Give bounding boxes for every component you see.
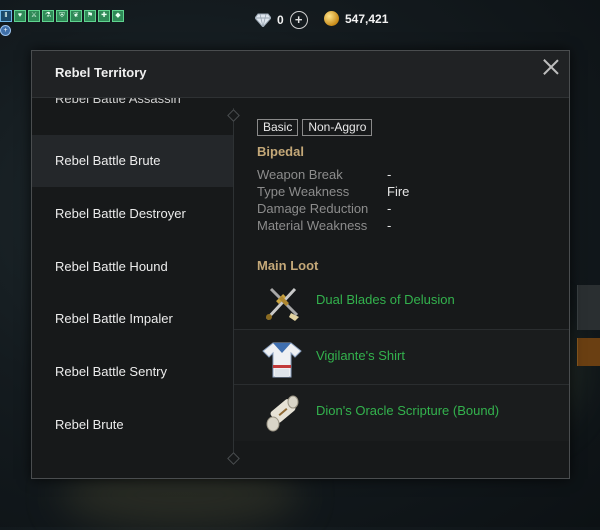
monster-list-item[interactable]: Rebel Battle Destroyer xyxy=(32,188,233,240)
monster-list[interactable]: Rebel Battle Assassin Rebel Battle Brute… xyxy=(32,98,233,478)
gem-count: 0 xyxy=(277,13,284,27)
gold-count: 547,421 xyxy=(345,11,389,26)
shoe-buff-icon[interactable]: ⚑ xyxy=(84,10,96,22)
monster-tags: Basic Non-Aggro xyxy=(257,119,373,136)
heal-buff-icon[interactable]: ✚ xyxy=(98,10,110,22)
monster-list-item[interactable]: Rebel Battle Assassin xyxy=(32,98,233,114)
loot-row[interactable]: Vigilante's Shirt xyxy=(234,329,569,384)
loot-name: Vigilante's Shirt xyxy=(316,348,405,363)
hp-buff-icon[interactable]: Ⅱ xyxy=(0,10,12,22)
potion-buff-icon[interactable]: ⚗ xyxy=(42,10,54,22)
gold-currency: 547,421 xyxy=(324,11,388,26)
stat-label: Damage Reduction xyxy=(257,201,369,216)
monster-stats: Weapon Break - Type Weakness Fire Damage… xyxy=(257,167,557,235)
expand-buffs-icon[interactable]: + xyxy=(0,25,11,36)
stat-label: Weapon Break xyxy=(257,167,343,182)
dialog-title: Rebel Territory xyxy=(55,65,147,80)
monster-list-item[interactable]: Rebel Battle Hound xyxy=(32,241,233,293)
loot-heading: Main Loot xyxy=(257,258,319,273)
loot-name: Dion's Oracle Scripture (Bound) xyxy=(316,403,500,418)
stat-label: Material Weakness xyxy=(257,218,368,233)
dual-blades-icon xyxy=(265,287,299,321)
tag-badge: Basic xyxy=(257,119,299,136)
stat-row: Material Weakness - xyxy=(257,218,557,235)
shirt-icon xyxy=(262,342,302,378)
leaf-buff-icon[interactable]: ❦ xyxy=(70,10,82,22)
stat-value: - xyxy=(387,167,392,182)
stat-value: Fire xyxy=(387,184,410,199)
stat-row: Damage Reduction - xyxy=(257,201,557,218)
scroll-icon xyxy=(266,395,299,432)
dialog-header: Rebel Territory xyxy=(32,51,569,98)
gem-currency: 0 + xyxy=(255,11,308,29)
stat-value: - xyxy=(387,218,392,233)
close-button[interactable] xyxy=(542,58,560,76)
side-panel-tab[interactable] xyxy=(577,338,600,366)
gem-icon xyxy=(255,13,271,27)
stat-label: Type Weakness xyxy=(257,184,350,199)
monster-list-item[interactable]: Rebel Brute xyxy=(32,399,233,451)
loot-name: Dual Blades of Delusion xyxy=(316,292,455,307)
territory-monster-dialog: Rebel Territory Rebel Battle Assassin Re… xyxy=(31,50,570,479)
monster-list-item[interactable]: Rebel Battle Impaler xyxy=(32,293,233,345)
stat-row: Weapon Break - xyxy=(257,167,557,184)
stat-row: Type Weakness Fire xyxy=(257,184,557,201)
monster-list-item[interactable]: Rebel Battle Sentry xyxy=(32,346,233,398)
monster-list-item-selected[interactable]: Rebel Battle Brute xyxy=(32,135,233,187)
monster-detail-panel: Basic Non-Aggro Bipedal Weapon Break - T… xyxy=(234,98,569,478)
shield-buff-icon[interactable]: ♥ xyxy=(14,10,26,22)
sword-buff-icon[interactable]: ⚔ xyxy=(28,10,40,22)
buff-status-bar: Ⅱ ♥ ⚔ ⚗ ⛨ ❦ ⚑ ✚ ◆ xyxy=(0,10,124,22)
side-panel-tab[interactable] xyxy=(577,285,600,330)
add-gems-button[interactable]: + xyxy=(289,11,308,29)
tag-badge: Non-Aggro xyxy=(302,119,373,136)
defense-buff-icon[interactable]: ⛨ xyxy=(56,10,68,22)
monster-category: Bipedal xyxy=(257,144,304,159)
gold-coin-icon xyxy=(324,11,339,26)
gem-buff-icon[interactable]: ◆ xyxy=(112,10,124,22)
stat-value: - xyxy=(387,201,392,216)
loot-row[interactable]: Dual Blades of Delusion xyxy=(234,274,569,328)
loot-row[interactable]: Dion's Oracle Scripture (Bound) xyxy=(234,384,569,441)
